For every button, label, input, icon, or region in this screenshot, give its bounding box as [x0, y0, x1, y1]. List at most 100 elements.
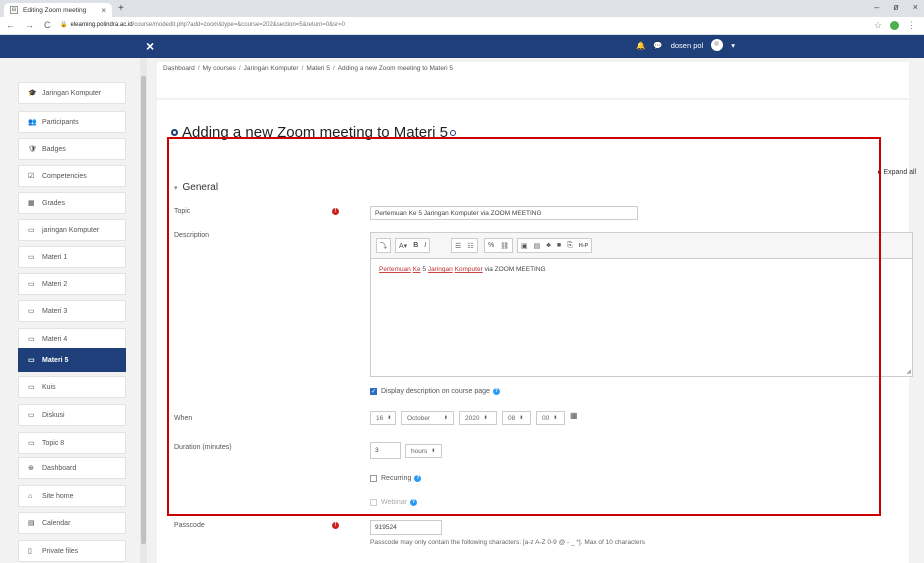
sidebar-item-private-files[interactable]: ▯ Private files — [18, 540, 126, 562]
sidebar-item-jaringan-komputer[interactable]: ▭ jaringan Komputer — [18, 219, 126, 241]
scrollbar-thumb[interactable] — [141, 76, 146, 544]
sidebar-item-label: Materi 1 — [42, 253, 68, 261]
back-button[interactable]: ← — [6, 20, 15, 30]
sidebar-item-label: Competencies — [42, 172, 87, 180]
url-field[interactable]: 🔒 elearning.polindra.ac.id/course/modedit… — [60, 21, 345, 28]
sidebar-item-icon: ⊛ — [28, 465, 34, 472]
sidebar-item-icon: ▭ — [28, 281, 35, 288]
sidebar-item-topic-8[interactable]: ▭ Topic 8 — [18, 432, 126, 454]
sidebar-item-label: Calendar — [42, 519, 71, 527]
zoom-module-icon — [171, 129, 178, 136]
expand-all-link[interactable]: ▸ Expand all — [878, 168, 916, 176]
sidebar-item-site-home[interactable]: ⌂ Site home — [18, 485, 126, 507]
sidebar-item-jaringan-komputer[interactable]: 🎓 Jaringan Komputer — [18, 82, 126, 104]
sidebar-item-label: Badges — [42, 145, 66, 153]
chat-icon[interactable]: 💬 — [653, 41, 662, 50]
user-menu-caret-icon[interactable]: ▾ — [731, 41, 735, 50]
sidebar-item-icon: 👥 — [28, 119, 37, 126]
breadcrumb-section[interactable]: Materi 5 — [306, 65, 329, 72]
sidebar-item-icon: ▦ — [28, 200, 35, 207]
sidebar-item-badges[interactable]: 🛡 Badges — [18, 138, 126, 160]
forward-button[interactable]: → — [25, 20, 34, 30]
sidebar-item-icon: ⌂ — [28, 492, 33, 500]
required-icon: ! — [332, 522, 339, 529]
passcode-hint: Passcode may only contain the following … — [370, 539, 646, 546]
address-bar: ← → C 🔒 elearning.polindra.ac.id/course/m… — [0, 17, 924, 35]
browser-tabbar: ⊟ Editing Zoom meeting × + – ø × — [0, 0, 924, 17]
sidebar-item-competencies[interactable]: ☑ Competencies — [18, 165, 126, 187]
tab-title: Editing Zoom meeting — [23, 6, 87, 14]
sidebar-item-label: Materi 2 — [42, 280, 68, 288]
sidebar-item-label: Dashboard — [42, 464, 77, 472]
sidebar-item-label: jaringan Komputer — [42, 226, 100, 234]
restore-button[interactable]: ø — [893, 2, 899, 12]
sidebar-item-label: Grades — [42, 199, 65, 207]
drawer-close-button[interactable]: × — [146, 38, 154, 54]
sidebar-item-label: Private files — [42, 547, 79, 555]
sidebar-item-label: Materi 3 — [42, 307, 68, 315]
sidebar-item-icon: ▯ — [28, 548, 32, 555]
breadcrumb-course[interactable]: Jaringan Komputer — [244, 65, 299, 72]
bookmark-star-icon[interactable]: ☆ — [874, 20, 882, 31]
close-window-button[interactable]: × — [913, 2, 918, 12]
resize-handle-icon[interactable]: ◢ — [906, 368, 911, 375]
sidebar-item-participants[interactable]: 👥 Participants — [18, 111, 126, 133]
sidebar-scrollbar[interactable] — [140, 58, 147, 563]
browser-tab[interactable]: ⊟ Editing Zoom meeting × — [4, 3, 112, 17]
tab-close-icon[interactable]: × — [101, 6, 106, 15]
sidebar-item-icon: ▭ — [28, 440, 35, 447]
lock-icon: 🔒 — [60, 22, 68, 28]
sidebar-item-icon: ▭ — [28, 336, 35, 343]
top-navbar: × 🔔 💬 dosen pol ▾ — [0, 35, 924, 58]
reload-button[interactable]: C — [44, 20, 51, 30]
sidebar-item-grades[interactable]: ▦ Grades — [18, 192, 126, 214]
sidebar-item-dashboard[interactable]: ⊛ Dashboard — [18, 457, 126, 479]
avatar[interactable] — [711, 39, 724, 51]
sidebar-item-label: Topic 8 — [42, 439, 65, 447]
sidebar-item-label: Site home — [42, 492, 74, 500]
sidebar-item-icon: 🎓 — [28, 90, 37, 97]
user-name[interactable]: dosen pol — [671, 41, 704, 50]
sidebar-item-label: Participants — [42, 118, 79, 126]
minimize-button[interactable]: – — [874, 2, 879, 12]
sidebar-item-kuis[interactable]: ▭ Kuis — [18, 376, 126, 398]
sidebar-item-materi-3[interactable]: ▭ Materi 3 — [18, 300, 126, 322]
sidebar-item-label: Materi 4 — [42, 335, 68, 343]
url-path: /course/modedit.php?add=zoom&type=&cours… — [132, 22, 346, 28]
breadcrumb-dashboard[interactable]: Dashboard — [163, 65, 195, 72]
sidebar-item-icon: ▭ — [28, 227, 35, 234]
sidebar-item-label: Diskusi — [42, 411, 65, 419]
sidebar-item-materi-5[interactable]: ▭ Materi 5 — [18, 348, 126, 372]
sidebar-item-icon: 🛡 — [28, 146, 37, 153]
window-controls: – ø × — [874, 2, 918, 12]
nav-drawer: 🎓 Jaringan Komputer 👥 Participants 🛡 Badges ☑ C… — [0, 58, 140, 563]
url-host: elearning.polindra.ac.id — [70, 22, 133, 28]
sidebar-item-label: Materi 5 — [42, 356, 69, 364]
annotation-highlight-box — [167, 137, 881, 516]
favicon-icon: ⊟ — [10, 6, 18, 14]
breadcrumb-my-courses[interactable]: My courses — [203, 65, 236, 72]
breadcrumb-current: Adding a new Zoom meeting to Materi 5 — [337, 65, 453, 72]
sidebar-item-icon: ▭ — [28, 254, 35, 261]
browser-menu-icon[interactable]: ⋮ — [907, 20, 916, 31]
sidebar-item-icon: ▤ — [28, 520, 35, 527]
sidebar-item-icon: ▭ — [28, 308, 35, 315]
help-icon[interactable] — [449, 129, 456, 136]
bell-icon[interactable]: 🔔 — [636, 41, 645, 50]
breadcrumb: Dashboard / My courses / Jaringan Komputer / M… — [157, 62, 909, 98]
sidebar-item-materi-2[interactable]: ▭ Materi 2 — [18, 273, 126, 295]
passcode-label: Passcode — [174, 522, 205, 529]
sidebar-item-label: Jaringan Komputer — [42, 89, 102, 97]
new-tab-button[interactable]: + — [118, 3, 124, 14]
sidebar-item-label: Kuis — [42, 383, 56, 391]
sidebar-item-diskusi[interactable]: ▭ Diskusi — [18, 404, 126, 426]
sidebar-item-icon: ▭ — [28, 357, 35, 364]
expand-all-label: Expand all — [883, 169, 917, 176]
sidebar-item-materi-1[interactable]: ▭ Materi 1 — [18, 246, 126, 268]
passcode-input[interactable]: 919524 — [370, 520, 442, 535]
sidebar-item-materi-4[interactable]: ▭ Materi 4 — [18, 328, 126, 350]
extension-icon[interactable] — [890, 21, 899, 30]
sidebar-item-icon: ☑ — [28, 173, 35, 180]
sidebar-item-icon: ▭ — [28, 384, 35, 391]
sidebar-item-calendar[interactable]: ▤ Calendar — [18, 512, 126, 534]
